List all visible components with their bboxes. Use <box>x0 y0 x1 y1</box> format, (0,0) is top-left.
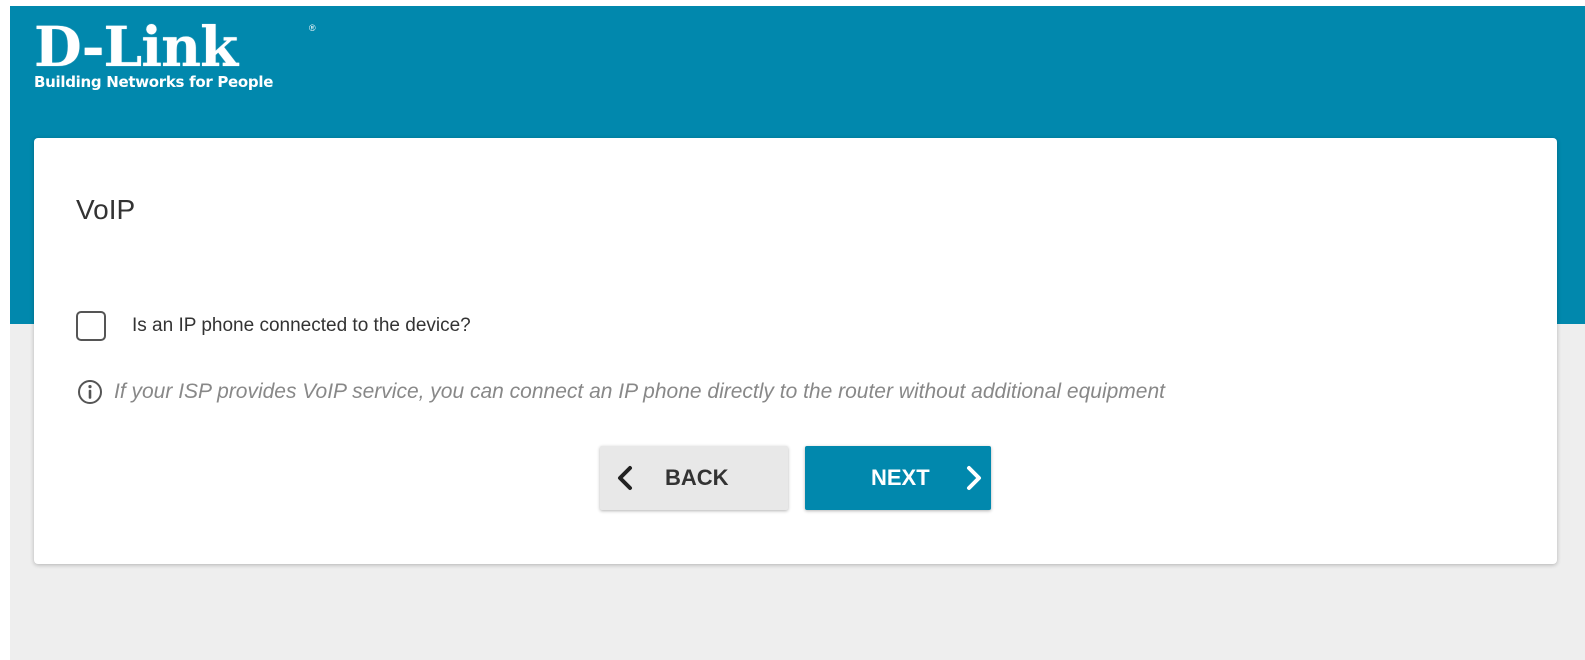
hint-text: If your ISP provides VoIP service, you c… <box>114 380 1165 403</box>
page-title: VoIP <box>76 194 136 225</box>
ip-phone-checkbox-row[interactable]: Is an IP phone connected to the device? <box>76 308 471 344</box>
ip-phone-checkbox-label[interactable]: Is an IP phone connected to the device? <box>132 315 471 337</box>
chevron-right-icon <box>964 464 984 492</box>
ip-phone-checkbox[interactable] <box>76 311 106 341</box>
chevron-left-icon <box>615 464 635 492</box>
next-button-label: NEXT <box>871 465 930 490</box>
voip-hint: If your ISP provides VoIP service, you c… <box>76 378 1165 406</box>
wizard-card: VoIP Is an IP phone connected to the dev… <box>34 138 1557 564</box>
registered-mark: ® <box>309 23 316 33</box>
page-frame: D-Link ® Building Networks for People Vo… <box>10 6 1585 660</box>
next-button[interactable]: NEXT <box>805 446 991 510</box>
back-button[interactable]: BACK <box>600 446 788 510</box>
logo-tagline: Building Networks for People <box>34 73 274 91</box>
info-icon <box>76 378 104 406</box>
logo-wordmark: D-Link <box>34 14 238 79</box>
back-button-label: BACK <box>665 465 729 490</box>
dlink-logo: D-Link ® Building Networks for People <box>34 14 316 91</box>
